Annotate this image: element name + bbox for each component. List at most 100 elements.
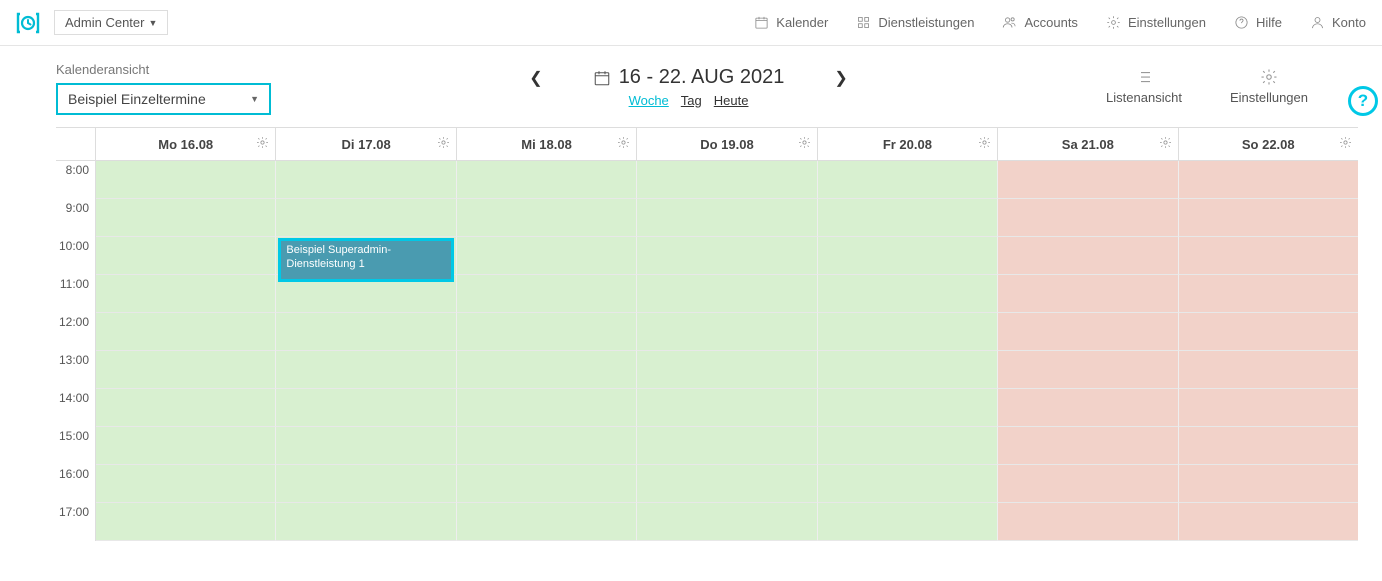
day-gear-icon[interactable] [1339, 136, 1352, 152]
calendar-cell[interactable] [998, 503, 1178, 541]
calendar-cell[interactable] [1179, 313, 1358, 351]
day-header[interactable]: Mi 18.08 [457, 128, 637, 161]
calendar-cell[interactable] [1179, 503, 1358, 541]
calendar-cell[interactable] [998, 313, 1178, 351]
calendar-cell[interactable] [457, 351, 637, 389]
calendar-cell[interactable] [637, 503, 817, 541]
calendar-cell[interactable] [637, 465, 817, 503]
calendar-cell[interactable] [637, 313, 817, 351]
calendar-cell[interactable] [1179, 389, 1358, 427]
nav-dienstleistungen[interactable]: Dienstleistungen [856, 15, 974, 30]
calendar-cell[interactable] [96, 237, 276, 275]
calendar-cell[interactable] [457, 503, 637, 541]
day-gear-icon[interactable] [1159, 136, 1172, 152]
calendar-cell[interactable] [818, 237, 998, 275]
calendar-cell[interactable] [276, 465, 456, 503]
calendar-cell[interactable] [276, 503, 456, 541]
calendar-cell[interactable]: Beispiel Superadmin-Dienstleistung 1 [276, 237, 456, 275]
calendar-cell[interactable] [276, 351, 456, 389]
view-day-link[interactable]: Tag [681, 93, 702, 108]
calendar-cell[interactable] [457, 161, 637, 199]
calendar-cell[interactable] [276, 199, 456, 237]
day-header[interactable]: Di 17.08 [276, 128, 456, 161]
nav-einstellungen[interactable]: Einstellungen [1106, 15, 1206, 30]
day-header[interactable]: Do 19.08 [637, 128, 817, 161]
calendar-cell[interactable] [637, 237, 817, 275]
calendar-cell[interactable] [457, 427, 637, 465]
calendar-cell[interactable] [818, 275, 998, 313]
nav-konto[interactable]: Konto [1310, 15, 1366, 30]
calendar-cell[interactable] [1179, 237, 1358, 275]
prev-week-button[interactable]: ❮ [519, 68, 552, 88]
calendar-cell[interactable] [998, 237, 1178, 275]
calendar-cell[interactable] [276, 427, 456, 465]
calendar-cell[interactable] [96, 503, 276, 541]
calendar-cell[interactable] [818, 389, 998, 427]
calendar-cell[interactable] [998, 427, 1178, 465]
admin-center-dropdown[interactable]: Admin Center ▼ [54, 10, 168, 35]
day-header[interactable]: Fr 20.08 [818, 128, 998, 161]
calendar-cell[interactable] [276, 389, 456, 427]
calendar-cell[interactable] [637, 161, 817, 199]
calendar-cell[interactable] [637, 427, 817, 465]
calendar-cell[interactable] [818, 199, 998, 237]
calendar-cell[interactable] [457, 313, 637, 351]
calendar-cell[interactable] [818, 427, 998, 465]
calendar-cell[interactable] [637, 275, 817, 313]
calendar-cell[interactable] [1179, 275, 1358, 313]
calendar-cell[interactable] [818, 161, 998, 199]
calendar-cell[interactable] [96, 351, 276, 389]
calendar-cell[interactable] [998, 351, 1178, 389]
calendar-cell[interactable] [96, 161, 276, 199]
calendar-cell[interactable] [1179, 161, 1358, 199]
calendar-cell[interactable] [96, 389, 276, 427]
day-gear-icon[interactable] [437, 136, 450, 152]
settings-button[interactable]: Einstellungen [1230, 68, 1308, 105]
calendar-select[interactable]: Beispiel Einzeltermine ▼ [56, 83, 271, 115]
calendar-cell[interactable] [818, 313, 998, 351]
day-header[interactable]: So 22.08 [1179, 128, 1358, 161]
calendar-cell[interactable] [96, 199, 276, 237]
calendar-cell[interactable] [637, 351, 817, 389]
calendar-event[interactable]: Beispiel Superadmin-Dienstleistung 1 [278, 238, 453, 282]
view-week-link[interactable]: Woche [629, 93, 669, 108]
nav-hilfe[interactable]: Hilfe [1234, 15, 1282, 30]
calendar-cell[interactable] [637, 389, 817, 427]
view-today-link[interactable]: Heute [714, 93, 749, 108]
calendar-cell[interactable] [1179, 427, 1358, 465]
day-header[interactable]: Mo 16.08 [96, 128, 276, 161]
nav-accounts[interactable]: Accounts [1002, 15, 1077, 30]
calendar-cell[interactable] [96, 313, 276, 351]
calendar-cell[interactable] [457, 389, 637, 427]
calendar-cell[interactable] [998, 199, 1178, 237]
calendar-cell[interactable] [998, 465, 1178, 503]
calendar-cell[interactable] [457, 465, 637, 503]
calendar-cell[interactable] [457, 275, 637, 313]
calendar-cell[interactable] [1179, 465, 1358, 503]
calendar-cell[interactable] [96, 427, 276, 465]
day-gear-icon[interactable] [617, 136, 630, 152]
calendar-cell[interactable] [276, 313, 456, 351]
logo[interactable] [16, 11, 40, 35]
nav-kalender[interactable]: Kalender [754, 15, 828, 30]
calendar-cell[interactable] [276, 161, 456, 199]
calendar-cell[interactable] [818, 351, 998, 389]
calendar-cell[interactable] [998, 275, 1178, 313]
day-gear-icon[interactable] [978, 136, 991, 152]
next-week-button[interactable]: ❯ [824, 68, 857, 88]
day-gear-icon[interactable] [798, 136, 811, 152]
calendar-cell[interactable] [457, 199, 637, 237]
day-header[interactable]: Sa 21.08 [998, 128, 1178, 161]
calendar-cell[interactable] [637, 199, 817, 237]
calendar-cell[interactable] [96, 275, 276, 313]
calendar-cell[interactable] [998, 389, 1178, 427]
calendar-cell[interactable] [998, 161, 1178, 199]
calendar-cell[interactable] [457, 237, 637, 275]
calendar-cell[interactable] [1179, 199, 1358, 237]
calendar-cell[interactable] [818, 465, 998, 503]
help-float-button[interactable]: ? [1348, 86, 1378, 116]
list-view-button[interactable]: Listenansicht [1106, 68, 1182, 105]
calendar-cell[interactable] [96, 465, 276, 503]
calendar-cell[interactable] [1179, 351, 1358, 389]
day-gear-icon[interactable] [256, 136, 269, 152]
